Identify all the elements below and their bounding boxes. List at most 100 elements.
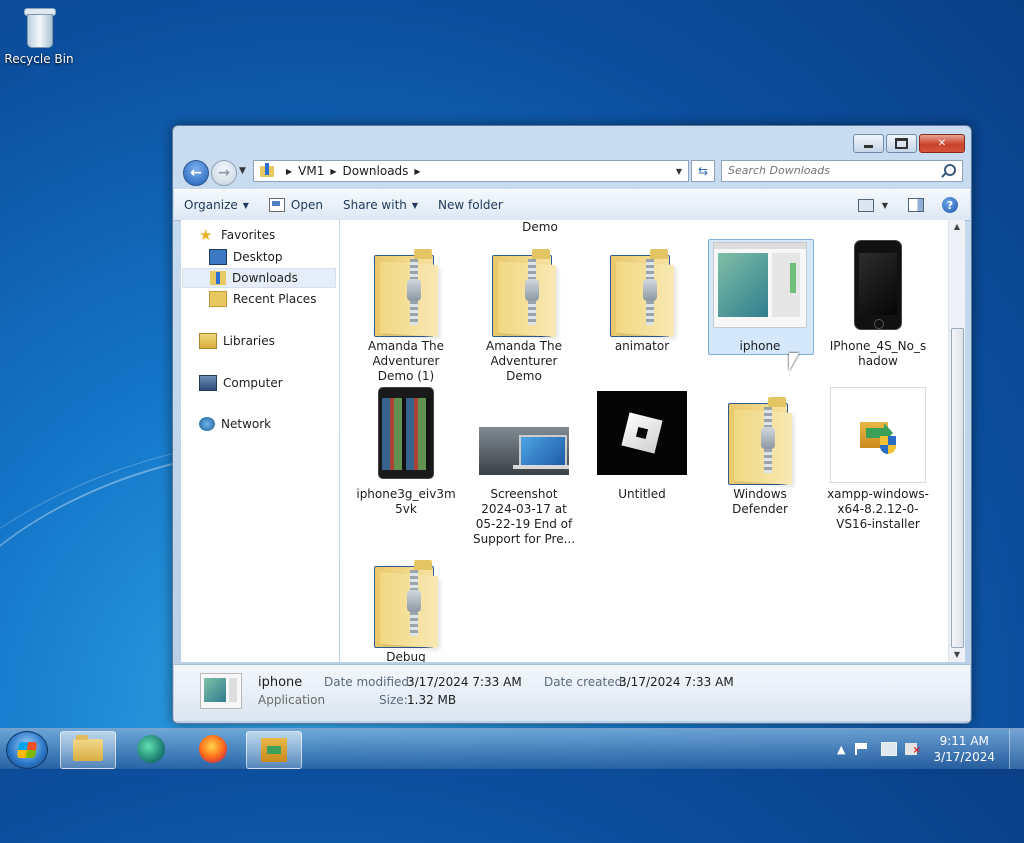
change-view-icon[interactable] [857, 198, 874, 212]
taskbar-explorer-button[interactable] [60, 731, 116, 769]
file-item[interactable]: Windows Defender [708, 387, 812, 517]
network-icon [199, 417, 215, 431]
search-icon[interactable] [944, 164, 956, 176]
file-item[interactable]: Untitled [590, 387, 694, 502]
open-label: Open [290, 198, 323, 212]
screenshot-image-thumbnail [479, 427, 569, 475]
recycle-bin[interactable]: Recycle Bin [4, 6, 74, 66]
sidebar-item-label: Favorites [221, 228, 276, 242]
window-controls: ✕ [851, 134, 965, 153]
taskbar-edge-button[interactable] [124, 731, 178, 767]
scroll-down-icon[interactable]: ▼ [949, 648, 965, 662]
sidebar-item-libraries[interactable]: Libraries [199, 333, 275, 349]
downloads-folder-icon [260, 162, 274, 177]
file-item[interactable]: Amanda The Adventurer Demo (1) [354, 239, 458, 384]
firefox-icon [199, 735, 227, 763]
file-item[interactable]: xampp-windows-x64-8.2.12-0-VS16-installe… [826, 387, 930, 532]
action-center-flag-icon[interactable] [855, 743, 869, 755]
installer-thumbnail [830, 387, 926, 483]
sidebar-item-network[interactable]: Network [199, 417, 271, 431]
breadcrumb-separator-icon[interactable]: ▶ [414, 167, 420, 176]
close-button[interactable]: ✕ [919, 134, 965, 153]
search-input[interactable] [722, 161, 928, 179]
file-item[interactable]: IPhone_4S_No_shadow [826, 239, 930, 369]
sidebar-item-computer[interactable]: Computer [199, 375, 283, 391]
chevron-down-icon: ▼ [242, 200, 249, 210]
file-item[interactable]: Amanda The Adventurer Demo [472, 239, 576, 384]
breadcrumb-separator-icon[interactable]: ▶ [330, 167, 336, 176]
new-folder-button[interactable]: New folder [428, 198, 513, 212]
view-dropdown-icon[interactable]: ▼ [882, 201, 888, 210]
sidebar-item-label: Computer [223, 376, 283, 390]
vertical-scrollbar[interactable]: ▲ ▼ [948, 220, 965, 662]
file-item[interactable]: Screenshot 2024-03-17 at 05-22-19 End of… [472, 387, 576, 547]
file-item[interactable]: iphone3g_eiv3m5vk [354, 387, 458, 517]
sidebar-item-label: Desktop [233, 250, 283, 264]
date-modified-label: Date modified: [324, 675, 414, 689]
zip-folder-icon [610, 249, 674, 338]
desktop-icon [209, 249, 227, 265]
sidebar-item-label: Network [221, 417, 272, 431]
file-item-selected[interactable]: iphone [708, 239, 814, 355]
help-icon[interactable]: ? [942, 197, 958, 213]
computer-icon [199, 375, 217, 391]
sidebar-item-favorites[interactable]: ★ Favorites [199, 228, 276, 243]
forward-button[interactable]: → [211, 160, 237, 186]
start-button[interactable] [6, 731, 48, 769]
recycle-bin-icon [22, 6, 56, 48]
scroll-up-icon[interactable]: ▲ [949, 220, 965, 234]
refresh-button[interactable]: ⇆ [691, 160, 715, 182]
breadcrumb-downloads[interactable]: Downloads [343, 164, 409, 178]
breadcrumb-vm1[interactable]: VM1 [298, 164, 324, 178]
edge-browser-icon [137, 735, 165, 763]
search-box[interactable] [721, 160, 963, 182]
file-item[interactable]: animator [590, 239, 694, 354]
sidebar-item-label: Downloads [232, 271, 298, 285]
navigation-bar: ← → ▼ ▶ VM1 ▶ Downloads ▶ ▼ ⇆ [181, 160, 963, 186]
downloads-icon [210, 271, 226, 285]
breadcrumb-separator-icon[interactable]: ▶ [286, 167, 292, 176]
explorer-window: ✕ ← → ▼ ▶ VM1 ▶ Downloads ▶ ▼ ⇆ Organize… [172, 125, 972, 724]
volume-muted-icon[interactable] [905, 743, 921, 756]
tray-expand-icon[interactable]: ▲ [837, 743, 845, 756]
zip-folder-icon [374, 560, 438, 649]
address-bar[interactable]: ▶ VM1 ▶ Downloads ▶ ▼ [253, 160, 689, 182]
installer-icon [261, 738, 287, 762]
recent-pages-dropdown[interactable]: ▼ [239, 166, 246, 176]
back-button[interactable]: ← [183, 160, 209, 186]
selected-file-thumbnail [200, 673, 242, 709]
clock-time: 9:11 AM [939, 734, 989, 748]
taskbar-firefox-button[interactable] [186, 731, 240, 767]
file-item[interactable]: Debug [354, 550, 458, 662]
zip-folder-icon [374, 249, 438, 338]
file-label: Debug [386, 650, 426, 662]
minimize-button[interactable] [853, 134, 884, 153]
open-button[interactable]: Open [259, 198, 333, 212]
taskbar: ▲ 9:11 AM 3/17/2024 [0, 728, 1024, 769]
date-modified-value: 3/17/2024 7:33 AM [407, 675, 522, 689]
clock[interactable]: 9:11 AM 3/17/2024 [933, 733, 995, 765]
libraries-icon [199, 333, 217, 349]
organize-button[interactable]: Organize ▼ [174, 198, 259, 212]
scroll-thumb[interactable] [951, 328, 964, 648]
zip-folder-icon [728, 397, 792, 486]
installer-icon [858, 416, 898, 454]
date-created-label: Date created: [544, 675, 627, 689]
file-label: IPhone_4S_No_shadow [829, 339, 927, 368]
address-dropdown-icon[interactable]: ▼ [670, 167, 688, 176]
open-icon [268, 198, 285, 212]
preview-pane-icon[interactable] [908, 198, 924, 212]
sidebar-item-recent-places[interactable]: Recent Places [209, 291, 316, 307]
maximize-button[interactable] [886, 134, 917, 153]
share-with-button[interactable]: Share with ▼ [333, 198, 428, 212]
file-list: Demo Amanda The Adventurer Demo (1) Aman… [340, 220, 948, 662]
share-with-label: Share with [342, 198, 407, 212]
taskbar-installer-button[interactable] [246, 731, 302, 769]
recycle-bin-label: Recycle Bin [4, 52, 74, 66]
sidebar-item-downloads[interactable]: Downloads [182, 268, 336, 288]
sidebar-item-desktop[interactable]: Desktop [209, 249, 283, 265]
iphone-image-thumbnail [854, 240, 902, 330]
network-status-icon[interactable] [881, 742, 898, 756]
show-desktop-button[interactable] [1009, 729, 1024, 769]
system-tray: ▲ 9:11 AM 3/17/2024 [837, 729, 1024, 769]
